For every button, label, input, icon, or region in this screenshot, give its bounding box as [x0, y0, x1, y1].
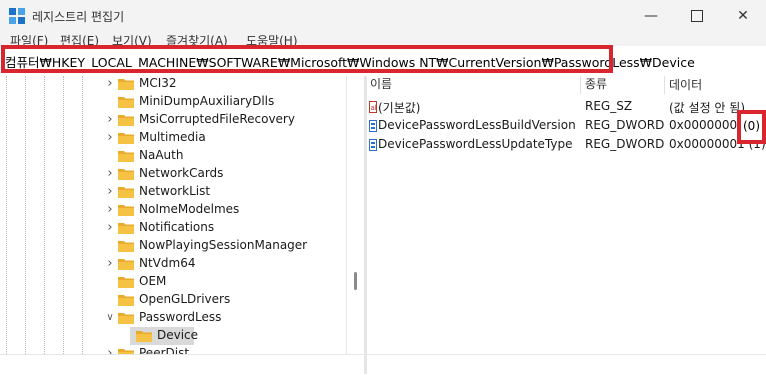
string-value-icon: ab	[369, 101, 377, 113]
value-row[interactable]: ab (기본값) REG_SZ (값 설정 안 됨)	[367, 98, 766, 116]
folder-icon	[118, 259, 134, 270]
tree-item-ntvdm64[interactable]: › NtVdm64	[0, 255, 346, 273]
tree-item-label: NetworkCards	[139, 166, 224, 180]
window-title: 레지스트리 편집기	[32, 10, 125, 24]
value-type: REG_DWORD	[585, 137, 665, 151]
svg-text:ab: ab	[371, 104, 378, 112]
folder-icon	[118, 205, 134, 216]
minimize-button[interactable]: —	[628, 0, 674, 32]
value-row[interactable]: DevicePasswordLessBuildVersion REG_DWORD…	[367, 117, 766, 135]
chevron-right-icon[interactable]: ›	[104, 257, 116, 271]
folder-icon	[118, 241, 134, 252]
folder-icon	[118, 97, 134, 108]
tree-item-label: Notifications	[139, 220, 215, 234]
tree-item-label: Device	[157, 328, 199, 342]
folder-icon	[118, 187, 134, 198]
tree-item-label: MiniDumpAuxiliaryDlls	[139, 94, 275, 108]
value-type: REG_SZ	[585, 99, 633, 113]
column-separator[interactable]	[664, 76, 665, 94]
tree-item-label: MsiCorruptedFileRecovery	[139, 112, 295, 126]
tree-item-opengldrivers[interactable]: OpenGLDrivers	[0, 291, 346, 309]
value-data: (값 설정 안 됨)	[669, 101, 746, 115]
value-name: DevicePasswordLessBuildVersion	[378, 118, 576, 132]
column-separator[interactable]	[580, 76, 581, 94]
tree-item-networkcards[interactable]: › NetworkCards	[0, 165, 346, 183]
tree-item-label: MCI32	[139, 76, 177, 90]
title-bar: 레지스트리 편집기 — ✕	[0, 0, 766, 32]
tree-item-label: NtVdm64	[139, 256, 196, 270]
value-name: DevicePasswordLessUpdateType	[378, 137, 573, 151]
tree-horizontal-scrollbar[interactable]	[0, 354, 364, 375]
data-highlight-box: (0)	[737, 110, 766, 144]
folder-icon	[118, 169, 134, 180]
tree-item-mci32[interactable]: › MCI32	[0, 76, 346, 93]
tree-item-msicorruptedfilerecovery[interactable]: › MsiCorruptedFileRecovery	[0, 111, 346, 129]
maximize-button[interactable]	[674, 0, 720, 32]
column-type-header[interactable]: 종류	[585, 76, 607, 93]
chevron-right-icon[interactable]: ›	[104, 203, 116, 217]
folder-icon	[118, 133, 134, 144]
tree-item-label: OpenGLDrivers	[139, 292, 231, 306]
chevron-right-icon[interactable]: ›	[104, 221, 116, 235]
binary-value-icon	[369, 139, 377, 151]
tree-item-device[interactable]: Device	[0, 327, 346, 345]
key-tree[interactable]: › MCI32 MiniDumpAuxiliaryDlls › MsiCorrupted…	[0, 76, 346, 354]
column-name-header[interactable]: 이름	[370, 76, 392, 93]
highlighted-value: (0)	[743, 119, 760, 133]
folder-icon	[118, 115, 134, 126]
value-type: REG_DWORD	[585, 118, 665, 132]
tree-item-passwordless[interactable]: ∨ PasswordLess	[0, 309, 346, 327]
tree-item-noimemodelmes[interactable]: › NoImeModelmes	[0, 201, 346, 219]
tree-item-label: OEM	[139, 274, 167, 288]
tree-item-naauth[interactable]: NaAuth	[0, 147, 346, 165]
close-icon: ✕	[737, 8, 749, 24]
folder-icon	[136, 331, 152, 342]
tree-item-multimedia[interactable]: › Multimedia	[0, 129, 346, 147]
values-horizontal-scrollbar[interactable]	[367, 354, 766, 375]
folder-icon	[118, 151, 134, 162]
folder-icon	[118, 223, 134, 234]
tree-item-notifications[interactable]: › Notifications	[0, 219, 346, 237]
close-button[interactable]: ✕	[720, 0, 766, 32]
tree-item-label: NoImeModelmes	[139, 202, 240, 216]
chevron-right-icon[interactable]: ›	[104, 113, 116, 127]
chevron-down-icon[interactable]: ∨	[104, 311, 116, 325]
binary-value-icon	[369, 120, 377, 132]
tree-item-label: NaAuth	[139, 148, 184, 162]
tree-item-minidumpauxiliarydlls[interactable]: MiniDumpAuxiliaryDlls	[0, 93, 346, 111]
tree-item-label: NetworkList	[139, 184, 211, 198]
registry-editor-icon	[9, 8, 25, 24]
chevron-right-icon[interactable]: ›	[104, 167, 116, 181]
tree-item-label: Multimedia	[139, 130, 206, 144]
tree-item-networklist[interactable]: › NetworkList	[0, 183, 346, 201]
tree-item-label: PasswordLess	[139, 310, 222, 324]
minimize-icon: —	[644, 8, 658, 24]
folder-icon	[118, 79, 134, 90]
menu-bar: 파일(F) 편집(E) 보기(V) 즐겨찾기(A) 도움말(H)	[0, 32, 766, 46]
tree-item-label: PeerDist	[139, 346, 190, 354]
tree-item-oem[interactable]: OEM	[0, 273, 346, 291]
value-name: (기본값)	[378, 101, 421, 115]
tree-scroll-thumb[interactable]	[354, 272, 357, 290]
maximize-icon	[691, 10, 703, 22]
value-row[interactable]: DevicePasswordLessUpdateType REG_DWORD 0…	[367, 136, 766, 154]
folder-icon	[118, 313, 134, 324]
chevron-right-icon[interactable]: ›	[104, 77, 116, 91]
tree-item-nowplayingsessionmanager[interactable]: NowPlayingSessionManager	[0, 237, 346, 255]
address-highlight-box	[1, 45, 613, 73]
chevron-right-icon[interactable]: ›	[104, 185, 116, 199]
column-data-header[interactable]: 데이터	[669, 76, 702, 94]
chevron-right-icon[interactable]: ›	[104, 131, 116, 145]
folder-icon	[118, 295, 134, 306]
tree-item-peerdist[interactable]: › PeerDist	[0, 345, 346, 354]
tree-scrollbar[interactable]	[346, 76, 365, 354]
tree-item-label: NowPlayingSessionManager	[139, 238, 308, 252]
chevron-right-icon[interactable]: ›	[104, 347, 116, 355]
folder-icon	[118, 277, 134, 288]
values-pane[interactable]: 이름 종류 데이터 ab (기본값) REG_SZ (값 설정 안 됨) Dev…	[367, 76, 766, 354]
